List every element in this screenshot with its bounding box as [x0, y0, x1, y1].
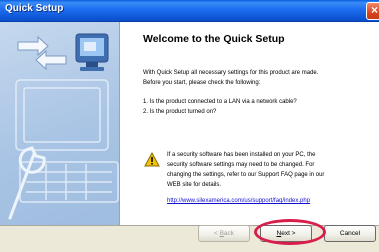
computer-outline-icon — [15, 79, 119, 203]
checklist-item-1: 1. Is the product connected to a LAN via… — [143, 99, 297, 105]
quick-setup-window: Quick Setup × Welcome to the Quick Setup… — [0, 0, 379, 252]
checklist-item-2: 2. Is the product turned on? — [143, 109, 217, 115]
title-bar: Quick Setup × — [0, 0, 379, 22]
content-area — [120, 22, 379, 225]
warning-icon — [144, 152, 160, 167]
back-button-label: ack — [223, 230, 235, 237]
warning-text-line-2: security software settings may need to b… — [167, 162, 315, 168]
monitor-icon — [75, 33, 109, 71]
connection-arrows-icon — [17, 35, 67, 71]
intro-text-line-1: With Quick Setup all necessary settings … — [143, 70, 319, 76]
warning-text-line-4: WEB site for details. — [167, 182, 222, 188]
window-title: Quick Setup — [5, 3, 64, 14]
cancel-button[interactable]: Cancel — [324, 225, 376, 242]
page-title: Welcome to the Quick Setup — [143, 33, 285, 45]
warning-text-line-3: changing the settings, refer to our Supp… — [167, 172, 325, 178]
warning-text-line-1: If a security software has been installe… — [167, 152, 316, 158]
support-faq-link[interactable]: http://www.silexamerica.com/us/support/f… — [167, 198, 310, 204]
side-illustration — [8, 33, 119, 220]
back-button[interactable]: < Back — [198, 225, 250, 242]
window-close-icon[interactable]: × — [366, 2, 379, 20]
next-button-highlight-ring — [254, 219, 326, 245]
wrench-icon — [8, 146, 46, 220]
intro-text-line-2: Before you start, please check the follo… — [143, 80, 261, 86]
side-panel — [0, 22, 120, 225]
